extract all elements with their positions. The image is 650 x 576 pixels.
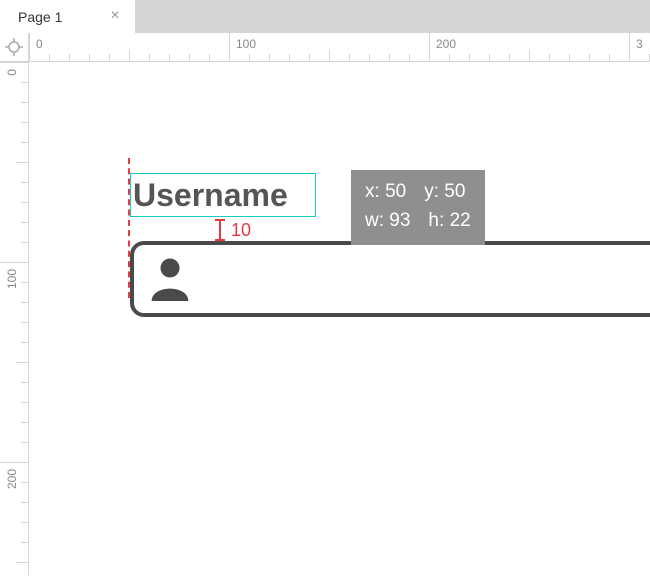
close-icon[interactable]: × bbox=[107, 8, 123, 24]
selected-element-label[interactable]: Username bbox=[130, 173, 316, 217]
info-w-value: 93 bbox=[389, 210, 410, 231]
ruler-v-label: 200 bbox=[5, 469, 19, 489]
ruler-h-label: 3 bbox=[636, 37, 643, 51]
info-y-label: y: bbox=[424, 181, 439, 202]
ruler-h-label: 200 bbox=[436, 37, 456, 51]
tab-bar: Page 1 × bbox=[0, 0, 650, 33]
info-h-label: h: bbox=[428, 210, 444, 231]
tab-title: Page 1 bbox=[18, 9, 62, 25]
username-input-field[interactable] bbox=[130, 241, 650, 317]
ruler-vertical[interactable]: 0 100 200 bbox=[0, 62, 29, 576]
info-x-label: x: bbox=[365, 181, 380, 202]
ruler-h-label: 0 bbox=[36, 37, 43, 51]
ruler-origin[interactable] bbox=[0, 33, 29, 62]
selection-info-tooltip: x: 50 y: 50 w: 93 h: 22 bbox=[351, 170, 485, 245]
info-h-value: 22 bbox=[450, 210, 471, 231]
tab-page-1[interactable]: Page 1 × bbox=[0, 0, 135, 33]
ruler-v-label: 0 bbox=[5, 69, 19, 76]
user-icon bbox=[148, 255, 192, 303]
ruler-v-label: 100 bbox=[5, 269, 19, 289]
ruler-h-label: 100 bbox=[236, 37, 256, 51]
label-text: Username bbox=[133, 179, 288, 211]
spacing-ibeam-icon bbox=[215, 219, 225, 241]
ruler-horizontal[interactable]: 0 100 200 3 bbox=[29, 33, 650, 62]
crosshair-icon bbox=[5, 38, 23, 56]
info-y-value: 50 bbox=[444, 181, 465, 202]
info-x-value: 50 bbox=[385, 181, 406, 202]
canvas[interactable]: Username 10 x: 50 y: 50 w: 93 h: 22 bbox=[29, 62, 650, 576]
info-w-label: w: bbox=[365, 210, 384, 231]
spacing-value: 10 bbox=[231, 220, 251, 241]
spacing-indicator: 10 bbox=[215, 219, 251, 241]
